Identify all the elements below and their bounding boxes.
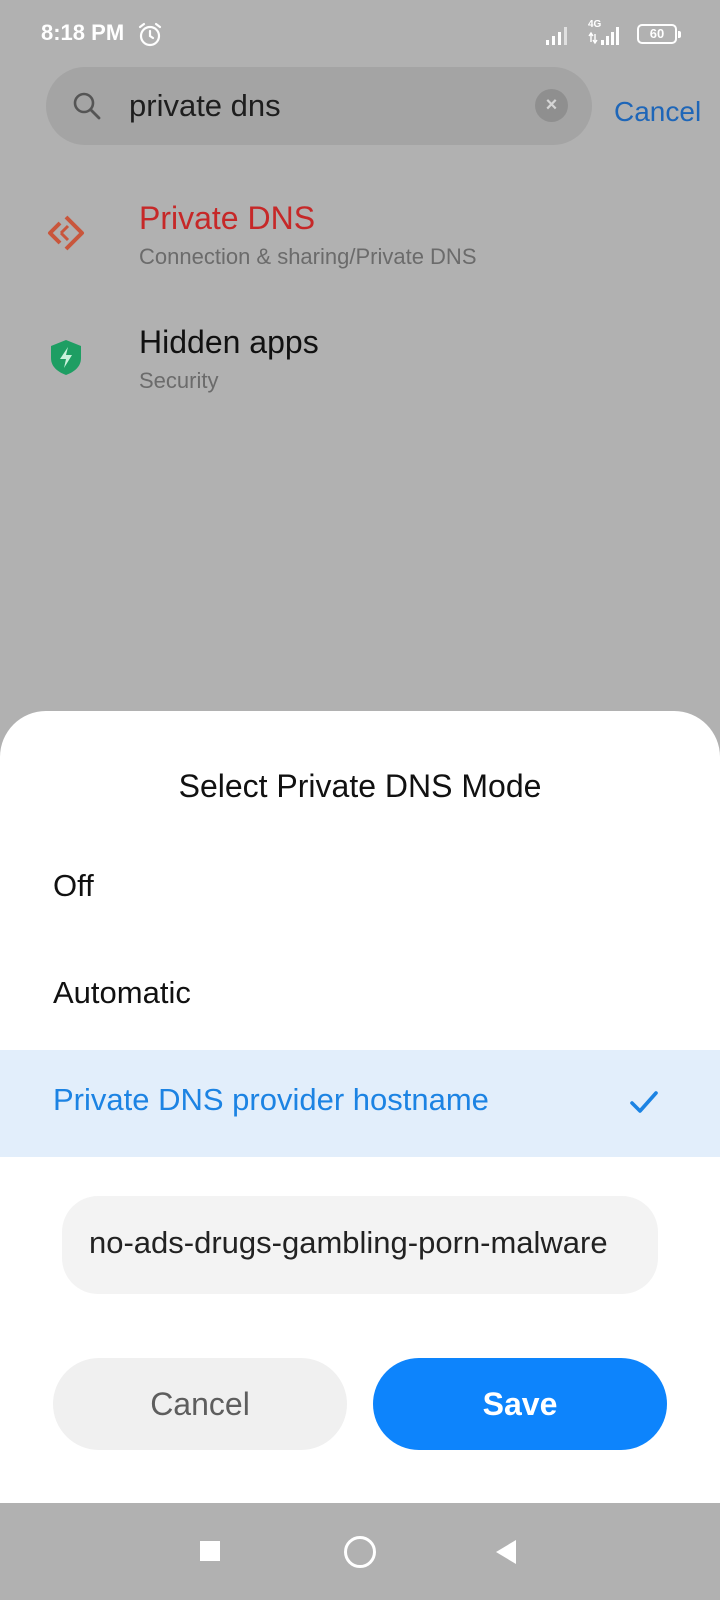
- status-time: 8:18 PM: [41, 20, 125, 45]
- search-result-private-dns[interactable]: Private DNS Connection & sharing/Private…: [0, 190, 720, 300]
- dialog-title: Select Private DNS Mode: [178, 768, 542, 804]
- option-label: Automatic: [53, 975, 191, 1010]
- option-automatic[interactable]: Automatic: [0, 943, 720, 1050]
- search-result-hidden-apps[interactable]: Hidden apps Security: [0, 314, 720, 424]
- result-title: Private DNS: [139, 200, 316, 236]
- option-off[interactable]: Off: [0, 836, 720, 943]
- private-dns-dialog: Select Private DNS Mode Off Automatic Pr…: [0, 711, 720, 1503]
- clear-search-button[interactable]: ×: [535, 89, 568, 122]
- home-icon[interactable]: [343, 1535, 377, 1569]
- hostname-input[interactable]: no-ads-drugs-gambling-porn-malware: [62, 1196, 658, 1294]
- result-subtitle: Connection & sharing/Private DNS: [139, 244, 477, 269]
- option-label: Off: [53, 868, 94, 903]
- search-cancel-button[interactable]: Cancel: [614, 96, 701, 128]
- battery-icon: 60: [637, 24, 681, 44]
- signal-icon: [546, 27, 567, 45]
- signal-4g-icon: [588, 27, 619, 45]
- option-label: Private DNS provider hostname: [53, 1082, 489, 1117]
- private-dns-icon: [48, 215, 84, 251]
- back-icon[interactable]: [494, 1538, 518, 1566]
- cancel-button[interactable]: Cancel: [53, 1358, 347, 1450]
- search-input[interactable]: private dns: [129, 88, 281, 124]
- shield-icon: [51, 340, 81, 375]
- status-bar: 8:18 PM 4G 60: [0, 0, 720, 70]
- hostname-value[interactable]: no-ads-drugs-gambling-porn-malware: [89, 1225, 634, 1261]
- result-title: Hidden apps: [139, 324, 319, 360]
- recents-icon[interactable]: [199, 1540, 221, 1562]
- alarm-icon: [138, 22, 162, 47]
- search-icon: [73, 92, 101, 120]
- search-bar[interactable]: private dns ×: [46, 67, 592, 145]
- navigation-bar: [0, 1503, 720, 1600]
- option-provider-hostname[interactable]: Private DNS provider hostname: [0, 1050, 720, 1157]
- checkmark-icon: [630, 1091, 658, 1113]
- save-button[interactable]: Save: [373, 1358, 667, 1450]
- result-subtitle: Security: [139, 368, 219, 393]
